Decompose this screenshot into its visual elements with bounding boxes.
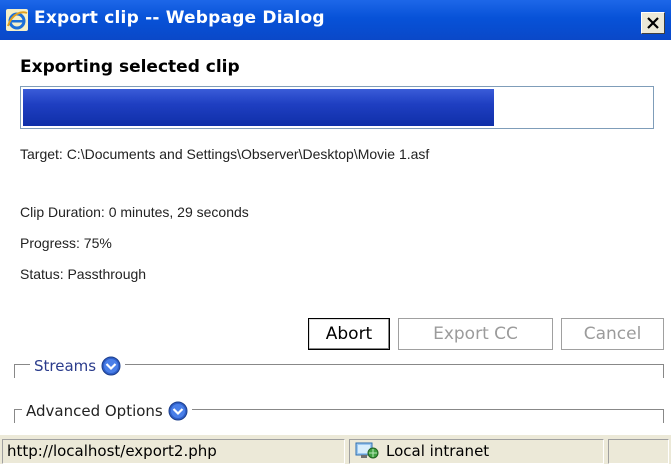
status-zone-label: Local intranet [386, 442, 490, 460]
close-icon [647, 17, 659, 29]
streams-header[interactable]: Streams [30, 356, 126, 376]
dialog-heading: Exporting selected clip [20, 57, 240, 77]
dialog-content: Exporting selected clip Target: C:\Docum… [0, 40, 671, 434]
internet-explorer-icon [6, 9, 28, 31]
status-zone: Local intranet [349, 439, 604, 464]
local-intranet-icon [355, 442, 379, 459]
progress-bar [20, 86, 654, 129]
chevron-down-icon[interactable] [101, 356, 121, 376]
status-url: http://localhost/export2.php [2, 439, 345, 464]
progress-bar-fill [23, 89, 494, 126]
progress-text: Progress: 75% [20, 235, 112, 251]
advanced-options-label: Advanced Options [26, 402, 163, 420]
close-button[interactable] [641, 12, 665, 34]
advanced-options-header[interactable]: Advanced Options [22, 401, 192, 421]
status-pane-empty [608, 439, 669, 464]
window-title: Export clip -- Webpage Dialog [34, 8, 325, 28]
target-path: Target: C:\Documents and Settings\Observ… [20, 146, 430, 162]
cancel-button[interactable]: Cancel [561, 318, 664, 350]
status-bar: http://localhost/export2.php Local intra… [0, 434, 671, 464]
clip-duration: Clip Duration: 0 minutes, 29 seconds [20, 204, 249, 220]
abort-button[interactable]: Abort [308, 318, 390, 350]
chevron-down-icon[interactable] [168, 401, 188, 421]
streams-label: Streams [34, 357, 97, 375]
export-cc-button[interactable]: Export CC [398, 318, 553, 350]
title-bar[interactable]: Export clip -- Webpage Dialog [0, 0, 671, 40]
status-text: Status: Passthrough [20, 266, 147, 282]
